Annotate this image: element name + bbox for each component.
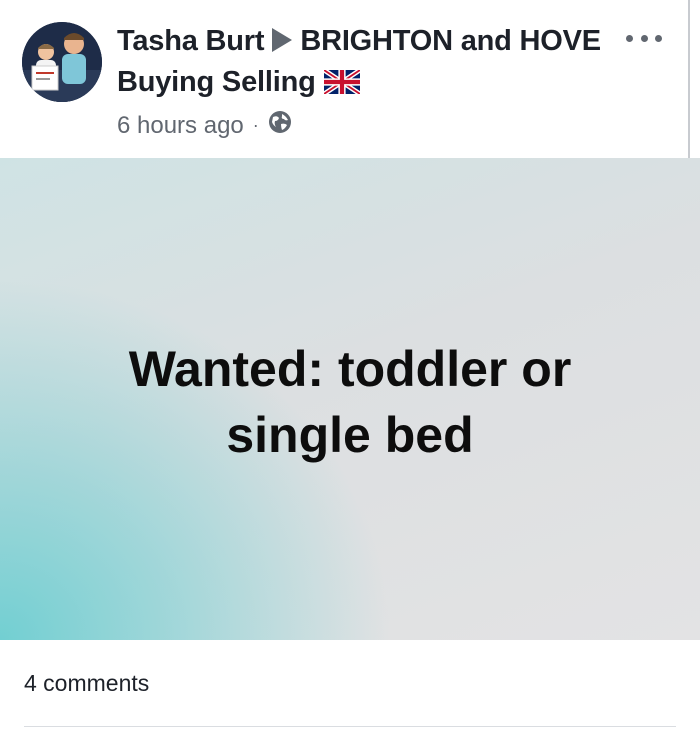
comments-count-link[interactable]: 4 comments [24,670,149,697]
uk-flag-icon [322,66,361,104]
globe-icon [268,110,292,141]
post-meta: 6 hours ago · [117,110,637,141]
right-triangle-icon [270,25,294,63]
post-author-block: Tasha Burt BRIGHTON and HOVE Buying Selli… [117,22,637,141]
post-image[interactable]: Wanted: toddler or single bed [0,158,700,640]
more-dot [626,34,633,42]
more-options-icon[interactable] [626,26,662,50]
post-image-text: Wanted: toddler or single bed [128,341,572,463]
meta-separator: · [252,115,259,135]
footer-divider [24,726,676,727]
more-dot [655,34,662,42]
more-dot [640,34,648,42]
post-footer: 4 comments [0,640,700,740]
post-timestamp[interactable]: 6 hours ago [117,112,244,140]
avatar-photo [22,22,102,102]
author-avatar[interactable] [22,22,102,102]
post-title-line: Tasha Burt BRIGHTON and HOVE Buying Selli… [117,22,637,104]
author-name-link[interactable]: Tasha Burt [117,25,265,57]
post-header: Tasha Burt BRIGHTON and HOVE Buying Selli… [0,0,700,194]
